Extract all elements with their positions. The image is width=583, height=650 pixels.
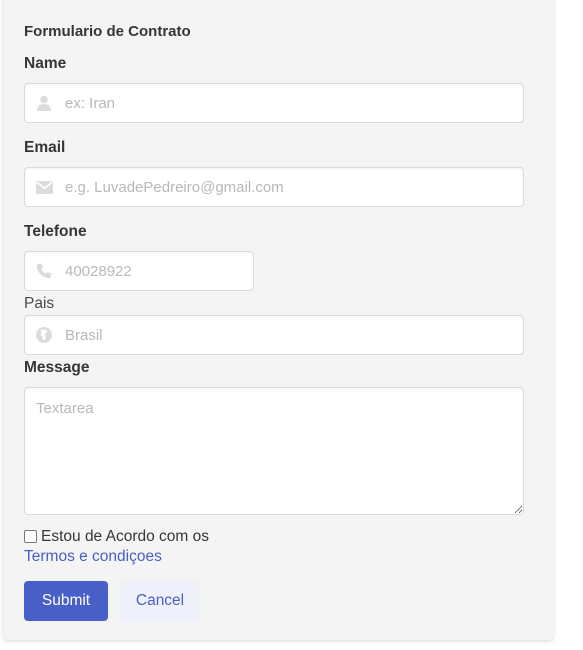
submit-button[interactable]: Submit [24, 581, 108, 621]
cancel-button[interactable]: Cancel [120, 581, 200, 621]
user-icon [35, 94, 53, 112]
agree-text: Estou de Acordo com os [41, 528, 210, 545]
phone-label: Telefone [24, 223, 87, 240]
email-input[interactable] [24, 167, 524, 207]
country-label: Pais [24, 295, 55, 312]
agree-checkbox[interactable] [24, 530, 37, 543]
name-label: Name [24, 55, 67, 72]
email-label: Email [24, 139, 66, 156]
message-label: Message [24, 359, 90, 376]
message-textarea[interactable] [24, 387, 524, 515]
globe-icon [35, 326, 53, 344]
envelope-icon [35, 178, 53, 196]
phone-input[interactable] [24, 251, 254, 291]
phone-icon [35, 262, 53, 280]
country-input[interactable] [24, 315, 524, 355]
name-input[interactable] [24, 83, 524, 123]
terms-link[interactable]: Termos e condiçoes [24, 548, 162, 566]
form-title: Formulario de Contrato [24, 23, 191, 40]
